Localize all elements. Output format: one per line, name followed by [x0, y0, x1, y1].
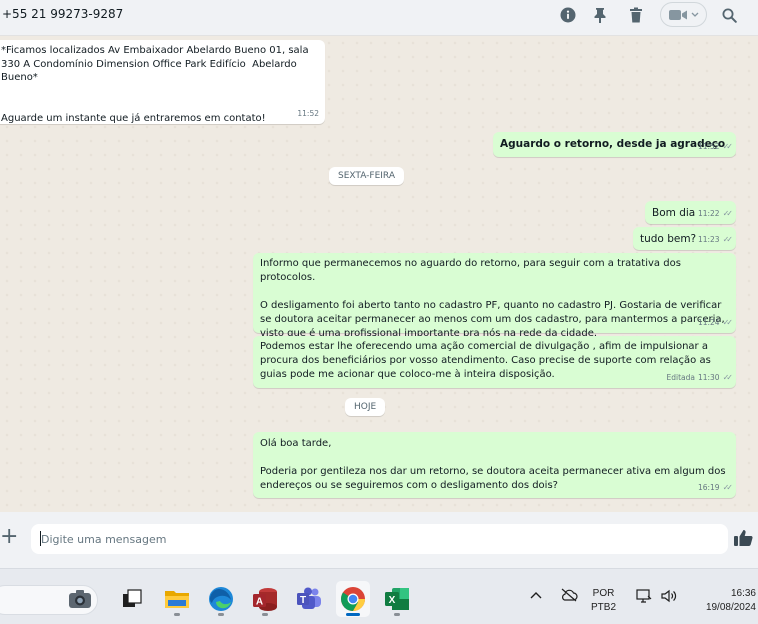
system-clock[interactable]: 16:36 19/08/2024 — [692, 587, 756, 615]
message-meta: 11:24 ✓✓ — [697, 316, 734, 330]
file-explorer-icon[interactable] — [160, 581, 194, 617]
language-code: POR — [592, 588, 615, 599]
message-time: 16:19 — [697, 483, 720, 492]
contact-name[interactable]: +55 21 99273-9287 — [2, 7, 123, 21]
double-check-icon: ✓✓ — [722, 234, 734, 244]
chrome-icon[interactable] — [336, 581, 370, 617]
chat-panel[interactable]: *Ficamos localizados Av Embaixador Abela… — [0, 36, 758, 512]
message-text: *Ficamos localizados Av Embaixador Abela… — [1, 45, 309, 124]
message-text: Olá boa tarde, Poderia por gentileza nos… — [260, 438, 726, 491]
access-icon[interactable]: A — [248, 581, 282, 617]
chevron-down-icon — [691, 12, 698, 17]
double-check-icon: ✓✓ — [722, 318, 734, 327]
text-cursor — [40, 531, 41, 546]
message-bubble-outgoing[interactable]: Informo que permanecemos no aguardo do r… — [253, 253, 736, 339]
date-separator: HOJE — [345, 398, 386, 416]
message-time: 11:23 — [697, 234, 720, 244]
svg-text:T: T — [300, 595, 306, 606]
compose-bar: + — [0, 512, 758, 568]
info-icon[interactable] — [559, 6, 577, 24]
message-meta: 16:19 ✓✓ — [697, 481, 734, 495]
double-check-icon: ✓✓ — [722, 208, 734, 218]
clock-time: 16:36 — [730, 588, 756, 599]
message-bubble-outgoing[interactable]: Aguardo o retorno, desde ja agradeço 11:… — [493, 132, 736, 157]
double-check-icon: ✓✓ — [722, 141, 734, 151]
task-view-icon[interactable] — [115, 581, 149, 617]
camera-app-icon[interactable] — [63, 581, 97, 617]
message-meta: 11:23 ✓✓ — [697, 233, 734, 248]
message-meta: 11:22 ✓✓ — [697, 207, 734, 222]
message-text: Aguardo o retorno, desde ja agradeço — [500, 138, 726, 150]
message-bubble-outgoing[interactable]: tudo bem? 11:23 ✓✓ — [633, 227, 736, 250]
excel-icon[interactable]: X — [380, 581, 414, 617]
volume-icon[interactable] — [660, 588, 678, 607]
keyboard-layout: PTB2 — [591, 602, 617, 613]
cloud-offline-icon[interactable] — [560, 588, 578, 605]
message-bubble-incoming[interactable]: *Ficamos localizados Av Embaixador Abela… — [0, 40, 325, 124]
chat-header: +55 21 99273-9287 — [0, 0, 758, 36]
double-check-icon: ✓✓ — [722, 373, 734, 382]
search-icon[interactable] — [720, 6, 738, 24]
svg-text:A: A — [256, 597, 263, 608]
message-time: 11:52 — [697, 141, 720, 151]
message-bubble-outgoing[interactable]: Bom dia 11:22 ✓✓ — [645, 201, 736, 224]
chevron-up-icon[interactable] — [529, 589, 543, 603]
pin-icon[interactable] — [591, 6, 609, 24]
message-time: 11:30 — [697, 373, 720, 382]
running-indicator — [218, 613, 224, 616]
date-separator: SEXTA-FEIRA — [329, 167, 404, 185]
video-call-button[interactable] — [660, 2, 707, 27]
message-text: Podemos estar lhe oferecendo uma ação co… — [260, 341, 714, 380]
message-text: Informo que permanecemos no aguardo do r… — [260, 258, 725, 339]
message-meta: 11:52 ✓✓ — [697, 140, 734, 155]
running-indicator — [394, 613, 400, 616]
edited-label: Editada — [666, 373, 695, 382]
message-bubble-outgoing[interactable]: Olá boa tarde, Poderia por gentileza nos… — [253, 432, 736, 498]
message-time: 11:24 — [697, 318, 720, 327]
message-time: 11:22 — [697, 208, 720, 218]
trash-icon[interactable] — [627, 6, 645, 24]
svg-text:X: X — [389, 595, 396, 606]
windows-taskbar: A T X POR PTB2 16:36 19/08/2024 — [0, 568, 758, 624]
attach-plus-icon[interactable]: + — [0, 526, 20, 548]
video-call-icon — [668, 9, 687, 20]
running-indicator — [262, 613, 268, 616]
network-icon[interactable] — [636, 588, 652, 607]
running-indicator — [174, 613, 180, 616]
running-indicator — [346, 613, 360, 616]
double-check-icon: ✓✓ — [722, 483, 734, 492]
language-indicator[interactable]: POR PTB2 — [591, 587, 616, 615]
message-meta: 11:52 — [297, 107, 319, 122]
message-input[interactable] — [31, 524, 728, 554]
message-bubble-outgoing[interactable]: Podemos estar lhe oferecendo uma ação co… — [253, 336, 736, 388]
clock-date: 19/08/2024 — [705, 602, 756, 613]
message-meta: Editada 11:30 ✓✓ — [666, 371, 734, 385]
message-time: 11:52 — [297, 108, 319, 118]
teams-icon[interactable]: T — [292, 581, 326, 617]
thumbs-up-icon[interactable] — [733, 529, 753, 549]
edge-icon[interactable] — [204, 581, 238, 617]
